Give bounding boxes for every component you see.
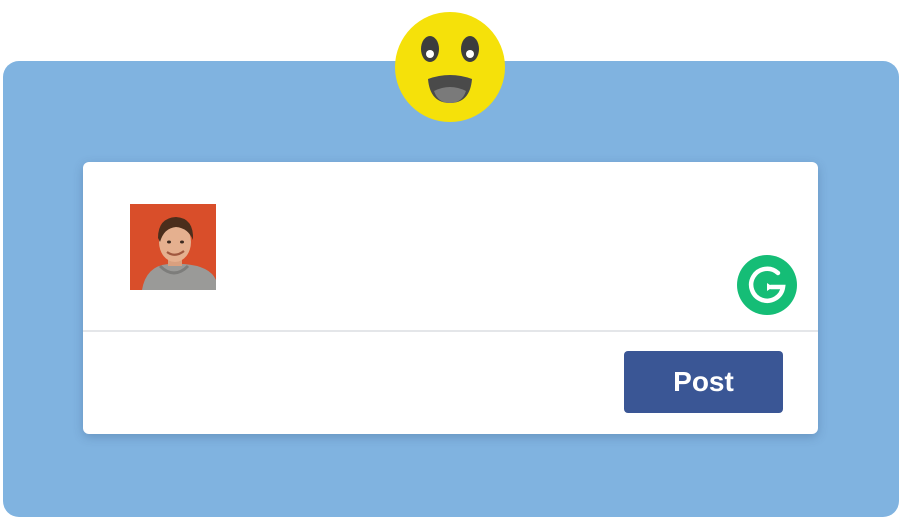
- surprised-face-icon: [395, 12, 505, 122]
- post-text-input[interactable]: [233, 202, 797, 296]
- composer-footer: Post: [83, 332, 818, 434]
- post-button[interactable]: Post: [624, 351, 783, 413]
- post-composer-card: Post: [83, 162, 818, 434]
- user-avatar[interactable]: [130, 204, 216, 290]
- grammarly-icon[interactable]: [736, 254, 798, 316]
- composer-area: [83, 162, 818, 330]
